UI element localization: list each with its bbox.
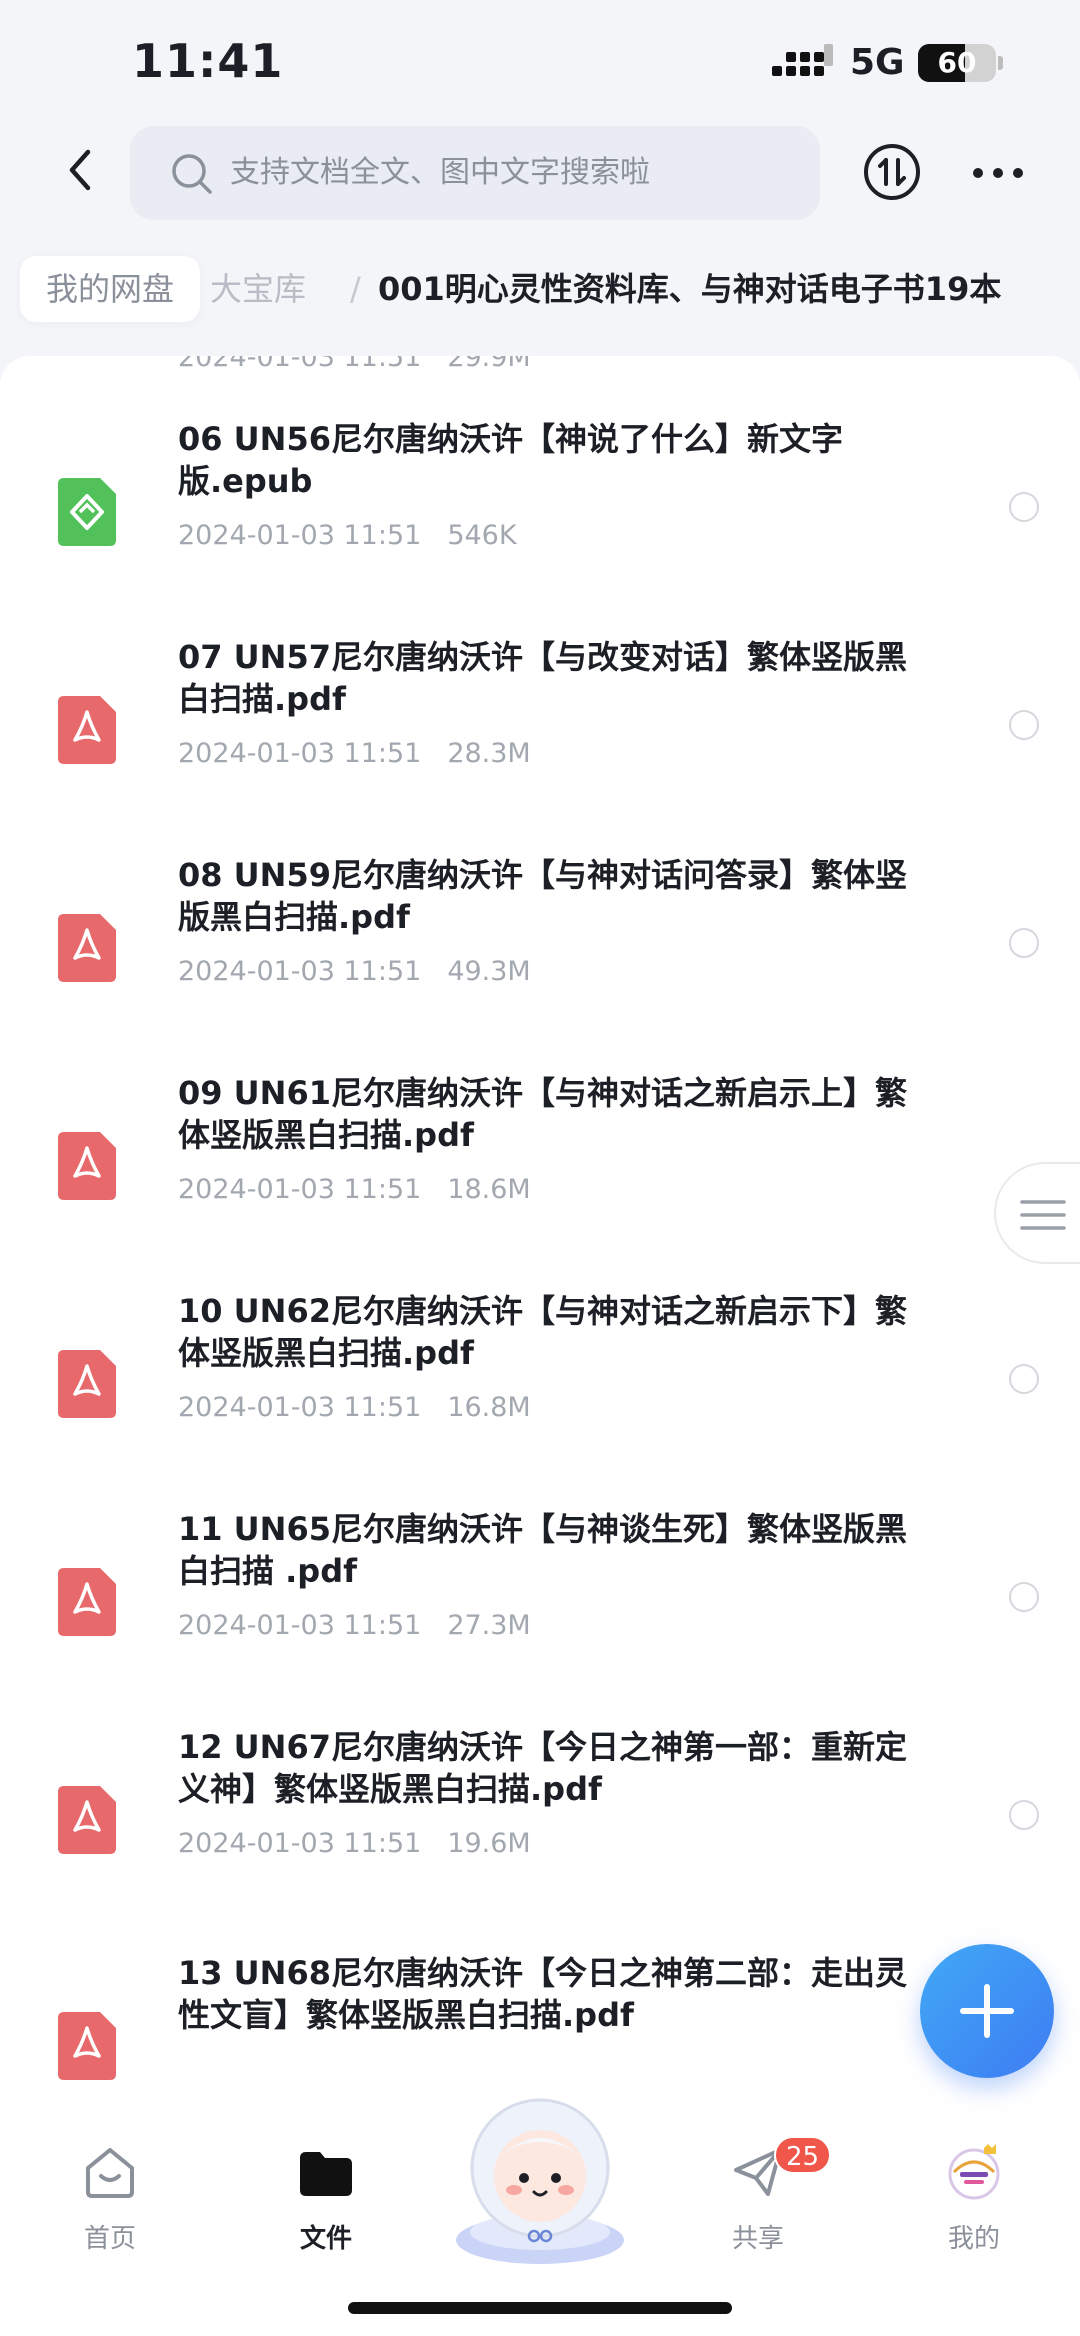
- transfer-icon[interactable]: [862, 142, 922, 202]
- tab-home[interactable]: 首页: [30, 2114, 190, 2264]
- partial-file-meta: 2024-01-03 11:51 29.9M: [178, 356, 557, 373]
- breadcrumb-current: 001明心灵性资料库、与神对话电子书19本: [378, 270, 1002, 308]
- file-row[interactable]: 07 UN57尼尔唐纳沃许【与改变对话】繁体竖版黑白扫描.pdf 2024-01-…: [0, 634, 1080, 852]
- tab-label: 我的: [947, 2224, 1000, 2254]
- file-date: 2024-01-03 11:51: [178, 1610, 422, 1641]
- tab-files[interactable]: 文件: [246, 2114, 406, 2264]
- file-meta: 2024-01-03 11:51 19.6M: [178, 1828, 557, 1859]
- assistant-mascot-icon[interactable]: [448, 2090, 632, 2266]
- pdf-file-icon: [58, 914, 116, 982]
- avatar-icon: [948, 2144, 1000, 2200]
- file-meta: 2024-01-03 11:51 27.3M: [178, 1610, 557, 1641]
- battery-level: 60: [937, 46, 977, 79]
- search-icon: [172, 154, 212, 194]
- tab-label: 文件: [299, 2224, 352, 2254]
- home-indicator: [348, 2302, 732, 2314]
- file-row[interactable]: 12 UN67尼尔唐纳沃许【今日之神第一部：重新定义神】繁体竖版黑白扫描.pdf…: [0, 1724, 1080, 1942]
- back-button[interactable]: [56, 144, 108, 196]
- file-name: 11 UN65尼尔唐纳沃许【与神谈生死】繁体竖版黑白扫描 .pdf: [178, 1510, 907, 1590]
- file-meta: 2024-01-03 11:51 546K: [178, 520, 543, 551]
- select-checkbox[interactable]: [1009, 928, 1039, 958]
- file-size: 546K: [447, 520, 517, 551]
- breadcrumb: 大宝库 / 001明心灵性资料库、与神对话电子书19本 我的网盘: [0, 250, 1080, 330]
- menu-icon: [1020, 1200, 1066, 1230]
- file-meta: 2024-01-03 11:51 49.3M: [178, 956, 557, 987]
- file-name: 10 UN62尼尔唐纳沃许【与神对话之新启示下】繁体竖版黑白扫描.pdf: [178, 1292, 907, 1372]
- signal-icon: [772, 44, 833, 76]
- more-icon[interactable]: [968, 148, 1028, 198]
- tab-label: 共享: [731, 2224, 784, 2254]
- pdf-file-icon: [58, 696, 116, 764]
- file-size: 16.8M: [447, 1392, 531, 1423]
- file-size: 27.3M: [447, 1610, 531, 1641]
- file-row[interactable]: 11 UN65尼尔唐纳沃许【与神谈生死】繁体竖版黑白扫描 .pdf 2024-01…: [0, 1506, 1080, 1724]
- select-checkbox[interactable]: [1009, 1582, 1039, 1612]
- plus-icon: [960, 1984, 1014, 2038]
- search-input[interactable]: 支持文档全文、图中文字搜索啦: [130, 126, 820, 220]
- file-name: 13 UN68尼尔唐纳沃许【今日之神第二部：走出灵性文盲】繁体竖版黑白扫描.pd…: [178, 1954, 907, 2034]
- file-row[interactable]: 08 UN59尼尔唐纳沃许【与神对话问答录】繁体竖版黑白扫描.pdf 2024-0…: [0, 852, 1080, 1070]
- file-date: 2024-01-03 11:51: [178, 738, 422, 769]
- search-placeholder: 支持文档全文、图中文字搜索啦: [230, 155, 650, 190]
- file-date: 2024-01-03 11:51: [178, 1392, 422, 1423]
- file-name: 12 UN67尼尔唐纳沃许【今日之神第一部：重新定义神】繁体竖版黑白扫描.pdf: [178, 1728, 907, 1808]
- battery-tip: [998, 56, 1003, 70]
- home-icon: [86, 2148, 134, 2198]
- breadcrumb-separator: /: [350, 270, 361, 308]
- file-date: 2024-01-03 11:51: [178, 1174, 422, 1205]
- pdf-file-icon: [58, 1568, 116, 1636]
- breadcrumb-root[interactable]: 我的网盘: [20, 256, 201, 322]
- pdf-file-icon: [58, 1350, 116, 1418]
- status-time: 11:41: [132, 34, 284, 88]
- file-meta: 2024-01-03 11:51 16.8M: [178, 1392, 557, 1423]
- file-row[interactable]: 06 UN56尼尔唐纳沃许【神说了什么】新文字版.epub 2024-01-03 …: [0, 416, 1080, 634]
- file-name: 08 UN59尼尔唐纳沃许【与神对话问答录】繁体竖版黑白扫描.pdf: [178, 856, 907, 936]
- file-size: 49.3M: [447, 956, 531, 987]
- add-button[interactable]: [920, 1944, 1054, 2078]
- file-meta: [178, 2054, 230, 2085]
- share-badge: 25: [774, 2136, 832, 2174]
- file-meta: 2024-01-03 11:51 28.3M: [178, 738, 557, 769]
- file-size: 29.9M: [447, 356, 531, 373]
- file-list: 2024-01-03 11:51 29.9M 06 UN56尼尔唐纳沃许【神说了什…: [0, 356, 1080, 2116]
- tab-mine[interactable]: 我的: [894, 2114, 1054, 2264]
- file-name: 06 UN56尼尔唐纳沃许【神说了什么】新文字版.epub: [178, 420, 843, 500]
- select-checkbox[interactable]: [1009, 710, 1039, 740]
- tab-share[interactable]: 25 共享: [678, 2114, 838, 2264]
- file-size: 18.6M: [447, 1174, 531, 1205]
- battery-icon: 60: [918, 44, 996, 82]
- file-size: 28.3M: [447, 738, 531, 769]
- file-date: 2024-01-03 11:51: [178, 356, 422, 373]
- pdf-file-icon: [58, 1786, 116, 1854]
- select-checkbox[interactable]: [1009, 1800, 1039, 1830]
- network-label: 5G: [850, 42, 905, 83]
- file-date: 2024-01-03 11:51: [178, 520, 422, 551]
- breadcrumb-parent[interactable]: 大宝库: [210, 256, 306, 322]
- status-bar: 11:41 5G 60: [0, 0, 1080, 120]
- file-name: 09 UN61尼尔唐纳沃许【与神对话之新启示上】繁体竖版黑白扫描.pdf: [178, 1074, 907, 1154]
- pdf-file-icon: [58, 1132, 116, 1200]
- select-checkbox[interactable]: [1009, 1364, 1039, 1394]
- pdf-file-icon: [58, 2012, 116, 2080]
- epub-file-icon: [58, 478, 116, 546]
- tab-label: 首页: [83, 2224, 136, 2254]
- select-checkbox[interactable]: [1009, 492, 1039, 522]
- file-meta: 2024-01-03 11:51 18.6M: [178, 1174, 557, 1205]
- file-row[interactable]: 09 UN61尼尔唐纳沃许【与神对话之新启示上】繁体竖版黑白扫描.pdf 2024…: [0, 1070, 1080, 1288]
- file-row[interactable]: 10 UN62尼尔唐纳沃许【与神对话之新启示下】繁体竖版黑白扫描.pdf 2024…: [0, 1288, 1080, 1506]
- folder-icon: [300, 2152, 352, 2196]
- file-date: 2024-01-03 11:51: [178, 956, 422, 987]
- file-date: 2024-01-03 11:51: [178, 1828, 422, 1859]
- file-size: 19.6M: [447, 1828, 531, 1859]
- file-name: 07 UN57尼尔唐纳沃许【与改变对话】繁体竖版黑白扫描.pdf: [178, 638, 907, 718]
